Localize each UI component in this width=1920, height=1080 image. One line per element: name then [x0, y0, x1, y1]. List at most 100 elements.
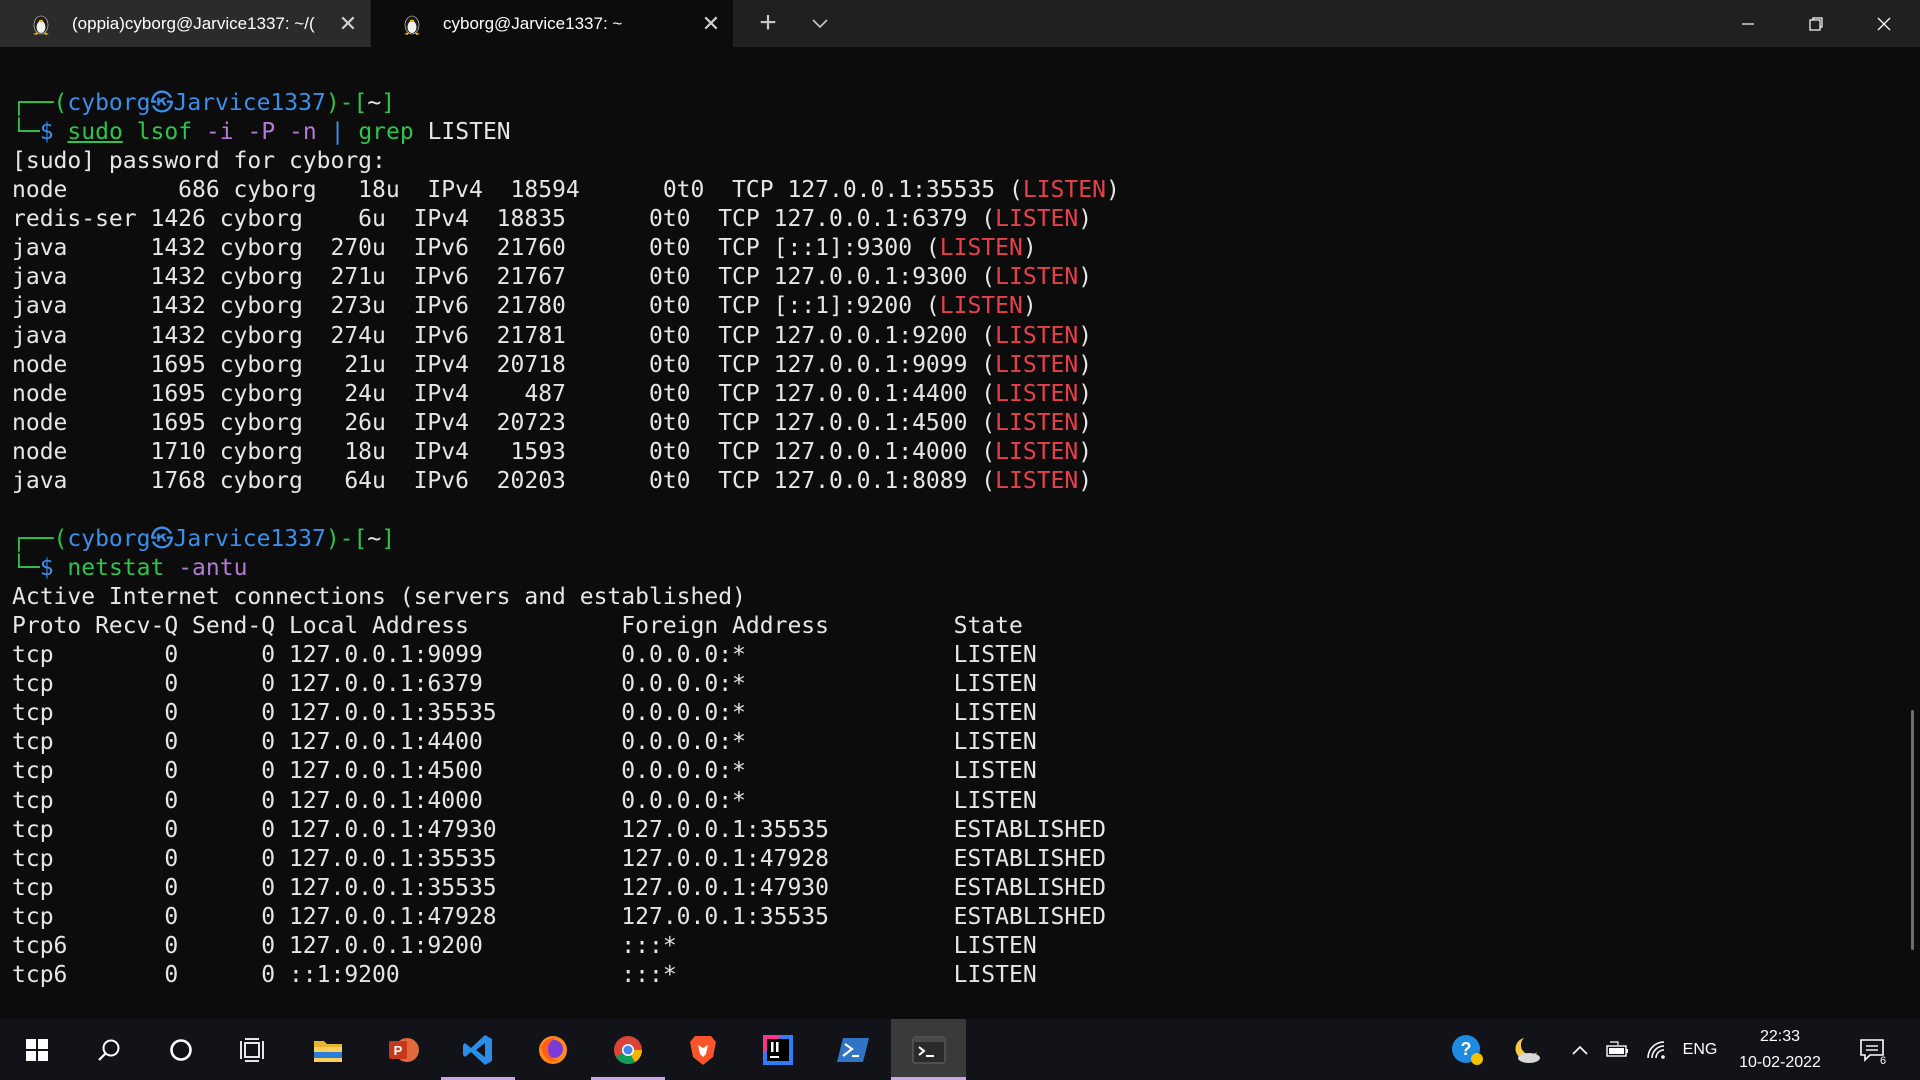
chevron-down-icon: [812, 19, 828, 29]
task-view-icon: [240, 1037, 264, 1062]
task-view-button[interactable]: [216, 1019, 290, 1080]
close-window-button[interactable]: [1850, 0, 1918, 47]
cortana-icon: [170, 1038, 192, 1061]
sudo-prompt: [sudo] password for cyborg:: [12, 148, 386, 175]
tux-icon: [404, 15, 420, 35]
firefox-button[interactable]: [516, 1019, 590, 1080]
listen-state: LISTEN: [995, 380, 1079, 407]
lsof-row: node 1710 cyborg 18u IPv4 1593 0t0 TCP 1…: [12, 438, 1093, 465]
close-icon: [1877, 17, 1891, 30]
netstat-row: tcp 0 0 127.0.0.1:35535 0.0.0.0:* LISTEN: [12, 700, 1037, 727]
netstat-row: tcp 0 0 127.0.0.1:35535 127.0.0.1:47928 …: [12, 845, 1106, 872]
netstat-header: Proto Recv-Q Send-Q Local Address Foreig…: [12, 613, 1023, 640]
windows-start-icon: [26, 1038, 48, 1061]
powershell-button[interactable]: [816, 1019, 890, 1080]
tux-icon: [33, 15, 49, 35]
chevron-up-icon: [1572, 1045, 1588, 1055]
svg-text:P: P: [394, 1043, 403, 1058]
wifi-tray-button[interactable]: [1640, 1019, 1674, 1080]
lsof-row: java 1432 cyborg 270u IPv6 21760 0t0 TCP…: [12, 235, 1037, 262]
lsof-row: java 1768 cyborg 64u IPv6 20203 0t0 TCP …: [12, 467, 1093, 494]
netstat-row: tcp 0 0 127.0.0.1:4500 0.0.0.0:* LISTEN: [12, 758, 1037, 785]
svg-text:?: ?: [1461, 1039, 1472, 1059]
command-line: └─$ sudo lsof -i -P -n | grep LISTEN: [12, 119, 511, 146]
powerpoint-button[interactable]: P: [366, 1019, 440, 1080]
tab-title: cyborg@Jarvice1337: ~: [443, 13, 623, 33]
firefox-icon: [539, 1035, 567, 1064]
vscode-icon: [463, 1034, 492, 1065]
listen-state: LISTEN: [1022, 177, 1106, 204]
minimize-icon: [1742, 22, 1754, 25]
clock-time: 22:33: [1759, 1028, 1801, 1045]
listen-state: LISTEN: [995, 351, 1079, 378]
cortana-button[interactable]: [144, 1019, 218, 1080]
notification-center-button[interactable]: [1852, 1019, 1892, 1080]
netstat-row: tcp 0 0 127.0.0.1:6379 0.0.0.0:* LISTEN: [12, 671, 1037, 698]
vscode-button[interactable]: [441, 1019, 515, 1080]
netstat-row: tcp6 0 0 127.0.0.1:9200 :::* LISTEN: [12, 932, 1037, 959]
listen-state: LISTEN: [939, 293, 1023, 320]
netstat-row: tcp 0 0 127.0.0.1:47928 127.0.0.1:35535 …: [12, 903, 1106, 930]
powerpoint-icon: P: [389, 1037, 419, 1062]
search-button[interactable]: [72, 1019, 146, 1080]
prompt-line: ┌──(cyborg㉿Jarvice1337)-[~]: [12, 90, 396, 116]
tab-dropdown-button[interactable]: [802, 4, 838, 42]
listen-state: LISTEN: [995, 206, 1079, 233]
lsof-row: node 686 cyborg 18u IPv4 18594 0t0 TCP 1…: [12, 177, 1120, 204]
listen-state: LISTEN: [995, 322, 1079, 349]
netstat-row: tcp6 0 0 ::1:9200 :::* LISTEN: [12, 961, 1037, 988]
battery-tray-button[interactable]: [1600, 1019, 1634, 1080]
clock[interactable]: 22:33 10-02-2022: [1720, 1019, 1840, 1080]
start-button[interactable]: [0, 1019, 74, 1080]
lsof-row: redis-ser 1426 cyborg 6u IPv4 18835 0t0 …: [12, 206, 1093, 233]
windows-terminal-button[interactable]: [891, 1019, 966, 1080]
scrollbar-thumb[interactable]: [1911, 710, 1914, 950]
help-tray-button[interactable]: ?: [1444, 1019, 1490, 1080]
netstat-row: tcp 0 0 127.0.0.1:9099 0.0.0.0:* LISTEN: [12, 642, 1037, 669]
windows-terminal-icon: [912, 1036, 945, 1063]
lsof-row: java 1432 cyborg 274u IPv6 21781 0t0 TCP…: [12, 322, 1093, 349]
intellij-icon: [763, 1034, 793, 1065]
file-explorer-button[interactable]: [291, 1019, 365, 1080]
show-hidden-icons-button[interactable]: [1566, 1019, 1594, 1080]
restore-button[interactable]: [1782, 0, 1850, 47]
new-tab-button[interactable]: +: [750, 4, 786, 42]
search-icon: [98, 1039, 120, 1061]
tab-title: (oppia)cyborg@Jarvice1337: ~/(: [72, 13, 315, 33]
close-tab-icon[interactable]: ✕: [689, 11, 733, 37]
netstat-row: tcp 0 0 127.0.0.1:4400 0.0.0.0:* LISTEN: [12, 729, 1037, 756]
intellij-button[interactable]: [741, 1019, 815, 1080]
language-indicator[interactable]: ENG: [1680, 1019, 1720, 1080]
chrome-button[interactable]: [591, 1019, 665, 1080]
netstat-row: tcp 0 0 127.0.0.1:4000 0.0.0.0:* LISTEN: [12, 787, 1037, 814]
tab-cyborg[interactable]: cyborg@Jarvice1337: ~ ✕: [371, 0, 733, 47]
restore-icon: [1809, 16, 1823, 31]
help-icon: ?: [1452, 1034, 1483, 1065]
listen-state: LISTEN: [995, 409, 1079, 436]
title-bar: (oppia)cyborg@Jarvice1337: ~/( ✕ cyborg@…: [0, 0, 1920, 47]
brave-button[interactable]: [666, 1019, 740, 1080]
listen-state: LISTEN: [995, 438, 1079, 465]
file-explorer-icon: [314, 1040, 342, 1062]
lsof-row: node 1695 cyborg 24u IPv4 487 0t0 TCP 12…: [12, 380, 1093, 407]
weather-tray-button[interactable]: [1504, 1019, 1550, 1080]
terminal-output[interactable]: ┌──(cyborg㉿Jarvice1337)-[~] └─$ sudo lso…: [0, 47, 1906, 1019]
listen-state: LISTEN: [939, 235, 1023, 262]
lsof-row: java 1432 cyborg 273u IPv6 21780 0t0 TCP…: [12, 293, 1037, 320]
chrome-icon: [614, 1035, 642, 1064]
prompt-line: ┌──(cyborg㉿Jarvice1337)-[~]: [12, 525, 396, 552]
tab-oppia[interactable]: (oppia)cyborg@Jarvice1337: ~/( ✕: [0, 0, 370, 47]
lsof-row: node 1695 cyborg 26u IPv4 20723 0t0 TCP …: [12, 409, 1093, 436]
close-tab-icon[interactable]: ✕: [326, 11, 370, 37]
netstat-title: Active Internet connections (servers and…: [12, 584, 746, 611]
powershell-icon: [837, 1037, 869, 1062]
lsof-row: java 1432 cyborg 271u IPv6 21767 0t0 TCP…: [12, 264, 1093, 291]
listen-state: LISTEN: [995, 467, 1079, 494]
netstat-row: tcp 0 0 127.0.0.1:47930 127.0.0.1:35535 …: [12, 816, 1106, 843]
minimize-button[interactable]: [1714, 0, 1782, 47]
lsof-output: node 686 cyborg 18u IPv4 18594 0t0 TCP 1…: [12, 176, 1120, 496]
brave-icon: [690, 1035, 716, 1065]
scrollbar[interactable]: [1906, 47, 1920, 1019]
wifi-icon: [1647, 1040, 1665, 1059]
